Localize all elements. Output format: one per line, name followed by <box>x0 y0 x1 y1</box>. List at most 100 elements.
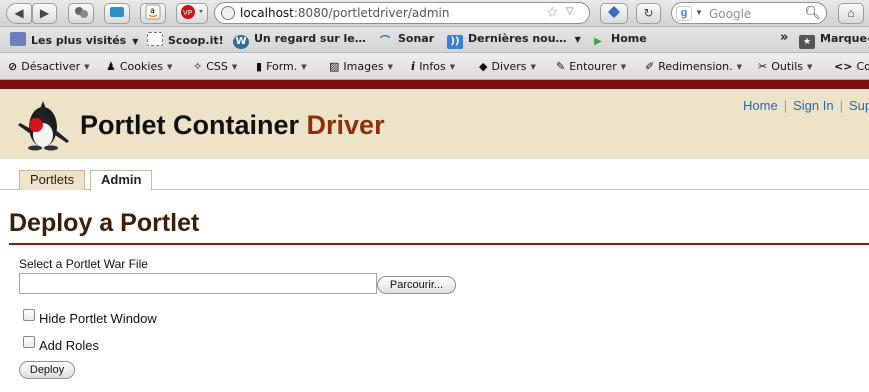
code-icon: <> <box>834 60 853 73</box>
dev-menu-label: Divers <box>491 60 527 73</box>
dev-menu-label: Cookies <box>119 60 163 73</box>
dev-menu-code[interactable]: <> Co <box>834 60 869 73</box>
bookmark-label: Un regard sur le… <box>254 32 366 45</box>
dev-menu-entourer[interactable]: ✎ Entourer ▼ <box>556 60 626 73</box>
search-engine-dropdown-icon[interactable]: ▼ <box>695 8 703 17</box>
site-header: Portlet Container Driver Home | Sign In | Su… <box>0 89 869 159</box>
dev-menu-form[interactable]: ▮ Form. ▼ <box>256 60 307 73</box>
sign-in-link[interactable]: Sign In <box>793 98 833 113</box>
search-icon[interactable]: 🔍︎ <box>804 5 821 21</box>
bookmarks-menu[interactable]: ★ Marque- <box>799 32 869 49</box>
dev-menu-desactiver[interactable]: ⊘ Désactiver ▼ <box>8 60 90 73</box>
dev-menu-images[interactable]: ▨ Images ▼ <box>329 60 393 73</box>
dev-menu-label: Form. <box>266 60 298 73</box>
chevron-down-icon: ▼ <box>166 63 173 71</box>
chevron-down-icon: ▼ <box>807 63 813 71</box>
link-separator: | <box>839 98 843 113</box>
home-button[interactable]: ⌂ <box>838 3 864 24</box>
dev-menu-redimension[interactable]: ✐ Redimension. ▼ <box>645 60 742 73</box>
link-separator: | <box>783 98 788 113</box>
gremlin-button[interactable]: VP <box>176 3 208 24</box>
deploy-button[interactable]: Deploy <box>19 361 75 379</box>
globe-icon <box>221 6 235 20</box>
bookmark-scoopit[interactable]: Scoop.it! <box>147 32 224 48</box>
tab-group-button[interactable] <box>104 3 130 24</box>
home-icon: ⌂ <box>847 6 855 20</box>
add-roles-label: Add Roles <box>39 338 99 353</box>
bookmark-star-icon[interactable]: ☆ <box>546 4 559 21</box>
dev-menu-label: Outils <box>771 60 804 73</box>
forward-button[interactable]: ▶ <box>32 3 57 24</box>
site-title: Portlet Container Driver <box>80 110 385 141</box>
tab-portlets[interactable]: Portlets <box>19 170 86 190</box>
dev-menu-label: Images <box>343 60 384 73</box>
dev-menu-css[interactable]: ✧ CSS ▼ <box>193 60 237 73</box>
url-text[interactable]: localhost:8080/portletdriver/admin <box>240 6 449 20</box>
url-dropdown-icon[interactable]: ▽ <box>566 6 574 17</box>
bookmark-label: Sonar <box>398 32 435 45</box>
web-developer-toolbar: ⊘ Désactiver ▼ ♟ Cookies ▼ ✧ CSS ▼ ▮ Form. ▼ ▨ Im… <box>0 53 869 80</box>
bookmark-dernieres-nouvelles[interactable]: )) Dernières nou… ▼ <box>447 32 581 49</box>
address-bar[interactable]: localhost:8080/portletdriver/admin ☆ ▽ <box>214 2 590 24</box>
tab-bar: Portlets Admin <box>0 159 869 191</box>
wordpress-icon: W <box>233 35 249 49</box>
dev-menu-label: Co <box>856 60 869 73</box>
reload-button[interactable]: ↻ <box>636 3 661 24</box>
bookmarks-menu-label: Marque- <box>820 32 869 45</box>
home-link[interactable]: Home <box>743 98 778 113</box>
dev-menu-cookies[interactable]: ♟ Cookies ▼ <box>106 60 172 73</box>
bookmarks-overflow-button[interactable]: » <box>780 30 788 46</box>
page-icon <box>147 32 163 46</box>
dev-menu-label: CSS <box>206 60 228 73</box>
bookmark-label: Les plus visités <box>31 34 127 47</box>
back-button[interactable]: ◀ <box>6 3 32 24</box>
support-link[interactable]: Sup <box>849 98 869 113</box>
add-roles-checkbox[interactable] <box>23 336 35 348</box>
puzzle-icon <box>75 7 88 18</box>
dev-menu-infos[interactable]: i Infos ▼ <box>411 60 455 73</box>
extension-button[interactable] <box>68 3 94 24</box>
cube-icon: ◆ <box>479 60 488 73</box>
svg-text:VP: VP <box>183 9 192 17</box>
bookmark-un-regard[interactable]: W Un regard sur le… <box>233 32 366 49</box>
bookmark-label: Scoop.it! <box>168 34 224 47</box>
bookmark-sonar[interactable]: ⌒ Sonar <box>377 32 434 48</box>
war-file-label: Select a Portlet War File <box>19 257 148 271</box>
google-icon: g <box>676 6 692 21</box>
chevron-down-icon: ▼ <box>301 63 307 71</box>
dev-menu-label: Infos <box>419 60 446 73</box>
dev-menu-divers[interactable]: ◆ Divers ▼ <box>479 60 536 73</box>
chevron-down-icon: ▼ <box>530 63 536 71</box>
amazon-button[interactable]: a <box>140 3 166 24</box>
dev-menu-label: Redimension. <box>658 60 733 73</box>
star-box-icon: ★ <box>799 35 815 49</box>
chevron-down-icon: ▼ <box>449 63 456 71</box>
chevrons-right-icon: » <box>780 30 789 45</box>
diamond-icon <box>608 6 620 18</box>
resize-pen-icon: ✐ <box>645 60 655 73</box>
bookmark-les-plus-visites[interactable]: Les plus visités ▼ <box>10 32 138 48</box>
gremlin-icon: VP <box>181 5 203 19</box>
url-path: :8080/portletdriver/admin <box>293 6 450 20</box>
bookmark-folder-icon <box>10 32 26 46</box>
war-file-input[interactable] <box>19 273 377 294</box>
dev-menu-outils[interactable]: ✂ Outils ▼ <box>758 60 812 73</box>
duke-mascot-icon <box>18 101 69 151</box>
search-bar[interactable]: g ▼ Google 🔍︎ <box>671 2 827 24</box>
bookmark-home[interactable]: ▶ Home <box>590 32 647 48</box>
tab-admin[interactable]: Admin <box>90 170 153 191</box>
bookmark-label: Dernières nou… <box>468 32 567 45</box>
chevron-down-icon: ▼ <box>620 63 627 71</box>
browse-button[interactable]: Parcourir... <box>377 276 456 294</box>
chevron-down-icon: ▼ <box>387 63 393 71</box>
play-icon: ▶ <box>594 36 602 47</box>
chevron-down-icon: ▼ <box>574 35 581 44</box>
search-placeholder: Google <box>709 7 752 21</box>
feed-button[interactable] <box>600 3 628 24</box>
hide-portlet-window-checkbox[interactable] <box>23 309 35 321</box>
pencil-icon: ✎ <box>556 60 566 73</box>
site-title-main: Portlet Container <box>80 110 307 140</box>
browser-navbar: ◀ ▶ a VP localhost:8080/portletdriver/ad… <box>0 0 869 27</box>
person-icon: ♟ <box>106 60 116 73</box>
site-title-accent: Driver <box>306 110 385 140</box>
